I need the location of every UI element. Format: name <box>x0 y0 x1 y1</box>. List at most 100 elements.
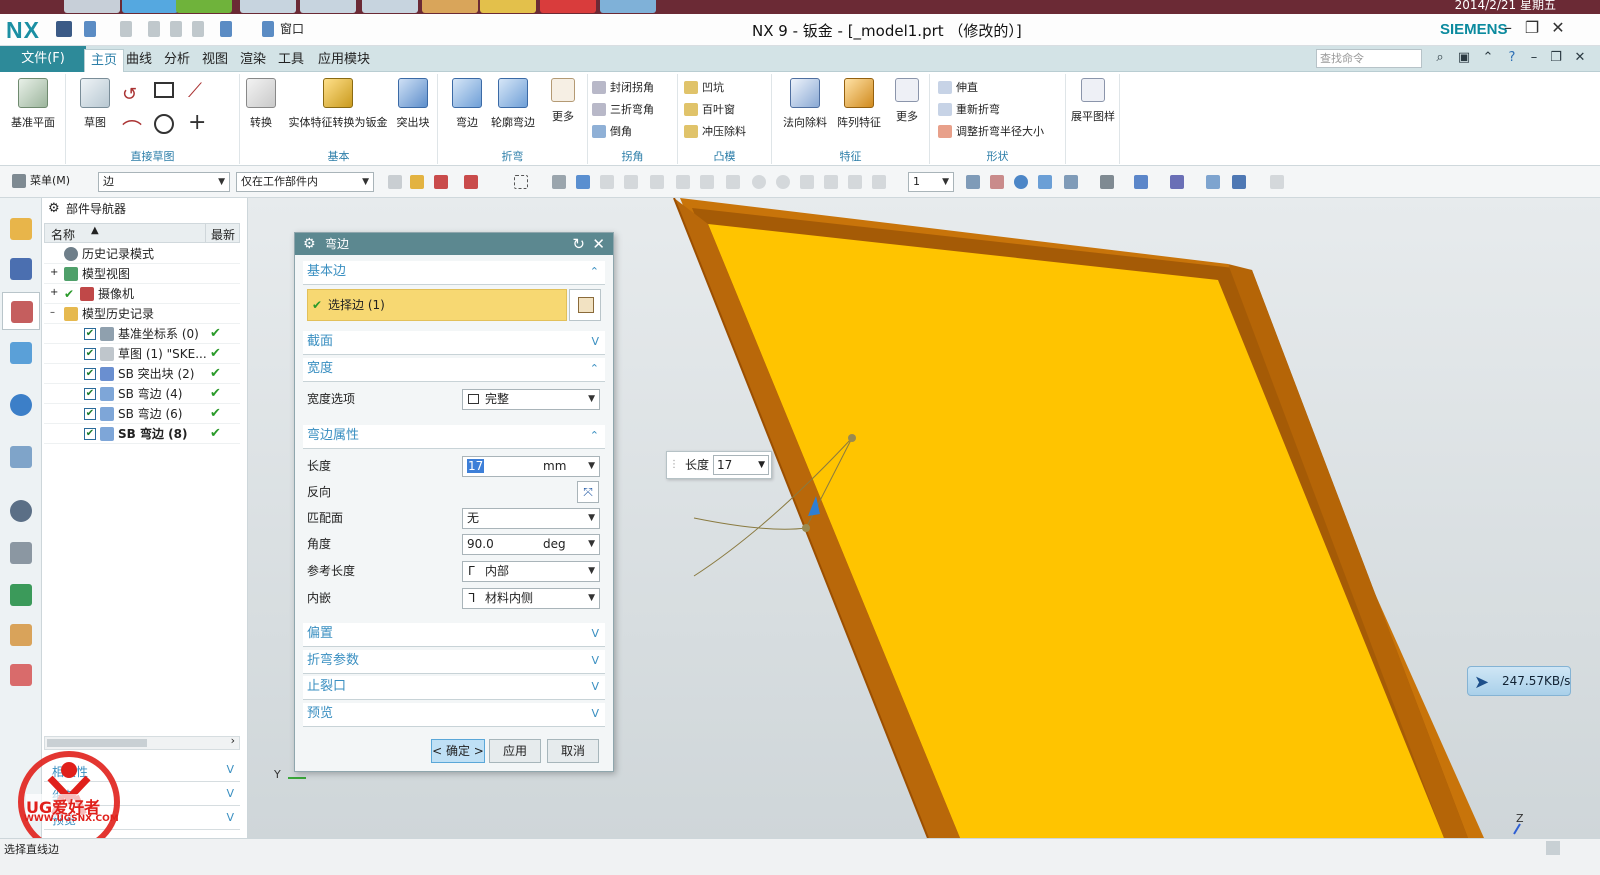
taskbar-app-5[interactable] <box>300 0 356 13</box>
scroll-right-icon[interactable]: › <box>231 734 235 747</box>
tree-row-flange-6[interactable]: ✔ SB 弯边 (6) ✔ <box>44 404 240 424</box>
minimize-icon[interactable]: – <box>1498 18 1518 37</box>
snap-center-icon[interactable] <box>700 175 714 189</box>
save-icon[interactable] <box>56 21 72 37</box>
taskbar-app-1[interactable] <box>64 0 120 13</box>
command-search-input[interactable]: 查找命令 <box>1316 49 1422 68</box>
louver-button[interactable]: 百叶窗 <box>682 100 735 119</box>
doc-minimize-icon[interactable]: – <box>1526 50 1542 66</box>
rebend-button[interactable]: 重新折弯 <box>936 100 1000 119</box>
history-icon[interactable] <box>10 446 32 468</box>
angle-handle[interactable] <box>848 434 856 442</box>
tree-row-cameras[interactable]: + ✔ 摄像机 <box>44 284 240 304</box>
snap-on-curve-icon[interactable] <box>824 175 838 189</box>
section-width[interactable]: 宽度 ⌃ <box>303 358 605 382</box>
tree-row-datum-csys[interactable]: ✔ 基准坐标系 (0) ✔ <box>44 324 240 344</box>
tree-row-sketch[interactable]: ✔ 草图 (1) "SKE... ✔ <box>44 344 240 364</box>
section-flange-properties[interactable]: 弯边属性 ⌃ <box>303 425 605 449</box>
normal-cutout-button[interactable]: 法向除料 <box>776 78 834 130</box>
length-input[interactable]: 17 mm ▼ <box>462 456 600 477</box>
section-section[interactable]: 截面 V <box>303 331 605 355</box>
reverse-direction-icon[interactable]: ⤧ <box>577 481 599 503</box>
section-offset[interactable]: 偏置 V <box>303 623 605 647</box>
rectangle-select-icon[interactable] <box>514 175 528 189</box>
gear-icon[interactable]: ⚙ <box>48 198 60 220</box>
inset-dropdown[interactable]: ᒣ 材料内侧 ▼ <box>462 588 600 609</box>
clock-icon[interactable] <box>10 500 32 522</box>
window-list-icon[interactable]: ▣ <box>1456 50 1472 66</box>
menu-button[interactable]: 菜单(M) <box>30 172 70 188</box>
rotate-icon[interactable] <box>1014 175 1028 189</box>
rectangle-icon[interactable] <box>154 82 174 98</box>
checkbox[interactable]: ✔ <box>84 428 96 440</box>
reference-length-dropdown[interactable]: ᒥ 内部 ▼ <box>462 561 600 582</box>
column-name[interactable]: 名称 <box>51 226 75 243</box>
reset-icon[interactable]: ↻ <box>572 233 585 255</box>
section-icon[interactable] <box>1232 175 1246 189</box>
layout-icon[interactable] <box>1064 175 1078 189</box>
flat-pattern-button[interactable]: 展平图样 <box>1064 78 1122 124</box>
curve-rule-icon[interactable] <box>552 175 566 189</box>
chamfer-button[interactable]: 倒角 <box>590 122 632 141</box>
feature-more-button[interactable]: 更多 <box>878 78 936 124</box>
unbend-button[interactable]: 伸直 <box>936 78 978 97</box>
snap-quadrant-icon[interactable] <box>726 175 740 189</box>
checkbox[interactable]: ✔ <box>84 368 96 380</box>
select-all-icon[interactable] <box>410 175 424 189</box>
width-option-dropdown[interactable]: 完整 ▼ <box>462 389 600 410</box>
snap-mid-icon[interactable] <box>624 175 638 189</box>
tree-row-tab[interactable]: ✔ SB 突出块 (2) ✔ <box>44 364 240 384</box>
length-popup-field[interactable]: 17 ▼ <box>713 455 769 475</box>
web-browser-icon[interactable] <box>10 394 32 416</box>
close-icon[interactable]: ✕ <box>1548 18 1568 37</box>
tree-row-model-views[interactable]: + 模型视图 <box>44 264 240 284</box>
redo-icon[interactable] <box>120 21 132 37</box>
taskbar-app-7[interactable] <box>422 0 478 13</box>
section-bend-parameters[interactable]: 折弯参数 V <box>303 650 605 674</box>
length-handle[interactable] <box>802 524 810 532</box>
tab-view[interactable]: 视图 <box>196 49 234 72</box>
section-base-edge[interactable]: 基本边 ⌃ <box>303 261 605 285</box>
undo-icon[interactable] <box>84 21 96 37</box>
reuse-library-icon[interactable] <box>10 342 32 364</box>
select-edge-row[interactable]: ✔ 选择边 (1) <box>307 289 567 321</box>
dialog-title-bar[interactable]: ⚙ 弯边 ↻ ✕ <box>295 233 613 255</box>
tree-row-history-mode[interactable]: 历史记录模式 <box>44 244 240 264</box>
checkbox[interactable]: ✔ <box>84 348 96 360</box>
snap-existing-icon[interactable] <box>776 175 790 189</box>
orient-view-icon[interactable] <box>1134 175 1148 189</box>
column-latest[interactable]: 最新 <box>211 226 235 243</box>
file-menu[interactable]: 文件(F) <box>0 46 86 72</box>
point-snap-icon[interactable] <box>464 175 478 189</box>
tab-feature-button[interactable]: 突出块 <box>384 78 442 130</box>
snap-end-icon[interactable] <box>600 175 614 189</box>
copy-icon[interactable] <box>170 21 182 37</box>
doc-close-icon[interactable]: ✕ <box>1572 50 1588 66</box>
snap-intersection-icon[interactable] <box>676 175 690 189</box>
section-relief[interactable]: 止裂口 V <box>303 676 605 700</box>
match-face-dropdown[interactable]: 无 ▼ <box>462 508 600 529</box>
render-style-icon[interactable] <box>1100 175 1114 189</box>
apply-button[interactable]: 应用 <box>489 739 541 763</box>
collapse-ribbon-icon[interactable]: ⌃ <box>1480 50 1496 66</box>
selection-scope-dropdown[interactable]: 仅在工作部件内 ▼ <box>236 172 374 192</box>
expand-icon[interactable]: + <box>50 288 60 299</box>
section-preview[interactable]: 预览 V <box>303 703 605 727</box>
search-icon[interactable]: ⌕ <box>1432 50 1448 66</box>
taskbar-app-6[interactable] <box>362 0 418 13</box>
close-icon[interactable]: ✕ <box>592 233 605 255</box>
clip-icon[interactable] <box>1206 175 1220 189</box>
taskbar-app-10[interactable] <box>600 0 656 13</box>
checkbox[interactable]: ✔ <box>84 388 96 400</box>
line-icon[interactable]: ⟋ <box>188 78 202 102</box>
selection-filter-dropdown[interactable]: 边 ▼ <box>98 172 230 192</box>
snap-count-dropdown[interactable]: 1 ▼ <box>908 172 954 192</box>
zoom-icon[interactable] <box>990 175 1004 189</box>
process-studio-icon[interactable] <box>10 542 32 564</box>
tab-tools[interactable]: 工具 <box>272 49 310 72</box>
scrollbar-thumb[interactable] <box>47 739 147 747</box>
cut-icon[interactable] <box>148 21 160 37</box>
tree-row-flange-8[interactable]: ✔ SB 弯边 (8) ✔ <box>44 424 240 444</box>
measure-icon[interactable] <box>1270 175 1284 189</box>
dimple-button[interactable]: 凹坑 <box>682 78 724 97</box>
